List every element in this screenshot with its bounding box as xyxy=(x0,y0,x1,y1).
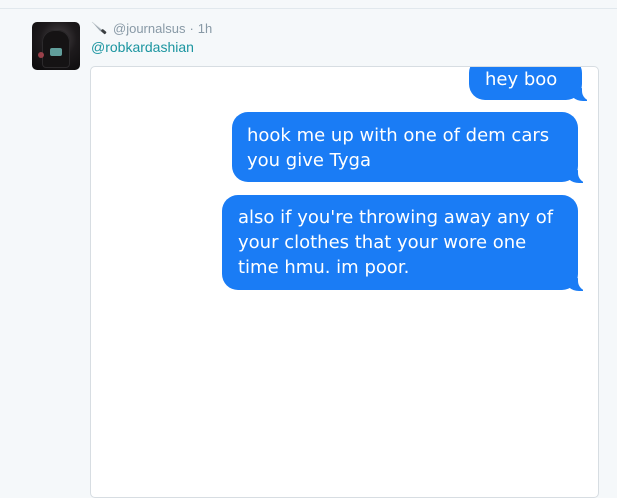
message-bubble: hey boo xyxy=(469,67,596,101)
message-line: hook me up with one of dem cars xyxy=(247,125,550,146)
message-bubble: hook me up with one of dem cars you give… xyxy=(232,112,592,183)
reply-to-mention[interactable]: @robkardashian xyxy=(91,39,194,55)
bubble-tail-mask xyxy=(578,271,592,291)
tweet-handle[interactable]: @journalsus xyxy=(113,21,185,36)
message-line: also if you're throwing away any of xyxy=(238,207,554,228)
avatar-accent-dot xyxy=(38,52,44,58)
message-bubble: also if you're throwing away any of your… xyxy=(222,195,592,291)
meta-separator: · xyxy=(189,20,194,36)
tweet-time[interactable]: 1h xyxy=(198,21,212,36)
message-text: hey boo xyxy=(485,69,558,90)
top-divider xyxy=(0,8,617,9)
knife-icon xyxy=(91,21,107,35)
avatar-accent xyxy=(50,48,62,56)
message-line: time hmu. im poor. xyxy=(238,257,410,278)
avatar[interactable] xyxy=(32,22,80,70)
media-card[interactable]: hey boo hook me up with one of dem cars … xyxy=(90,66,599,498)
bubble-tail-mask xyxy=(578,163,592,183)
tweet-meta: @journalsus · 1h xyxy=(91,18,212,38)
bubble-tail-mask xyxy=(582,81,596,101)
message-line: you give Tyga xyxy=(247,150,371,171)
message-line: your clothes that your wore one xyxy=(238,232,527,253)
